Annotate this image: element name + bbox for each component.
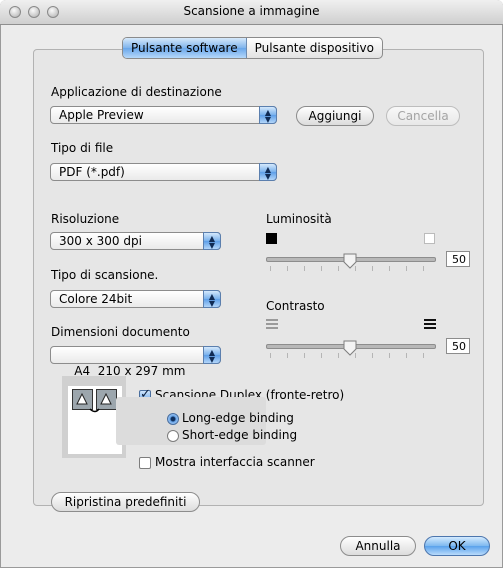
duplex-pages-icon — [72, 389, 117, 413]
file-type-popup[interactable]: PDF (*.pdf) ▲ ▼ — [50, 163, 277, 181]
add-button[interactable]: Aggiungi — [296, 106, 374, 126]
cancel-button[interactable]: Annulla — [340, 536, 416, 556]
long-edge-label: Long-edge binding — [182, 411, 294, 425]
ok-button[interactable]: OK — [424, 536, 490, 556]
contrast-value[interactable]: 50 — [446, 338, 470, 354]
resolution-label: Risoluzione — [51, 212, 120, 226]
high-contrast-icon — [424, 319, 436, 329]
light-square-icon — [424, 233, 435, 244]
short-edge-label: Short-edge binding — [182, 428, 298, 442]
resolution-value: 300 x 300 dpi — [59, 234, 142, 248]
contrast-label: Contrasto — [266, 299, 325, 313]
doc-size-popup[interactable]: A4 210 x 297 mm ▲ ▼ — [50, 346, 221, 378]
dialog-window: Scansione a immagine Pulsante software P… — [0, 0, 503, 568]
popup-arrows-icon: ▲ ▼ — [203, 290, 221, 308]
doc-size-label: Dimensioni documento — [51, 325, 190, 339]
popup-arrows-icon: ▲ ▼ — [203, 346, 221, 364]
destination-label: Applicazione di destinazione — [51, 85, 222, 99]
tab-device-button[interactable]: Pulsante dispositivo — [247, 38, 382, 58]
scanner-interface-label: Mostra interfaccia scanner — [155, 455, 315, 469]
short-edge-radio[interactable] — [167, 430, 179, 442]
file-type-value: PDF (*.pdf) — [59, 165, 125, 179]
brightness-label: Luminosità — [266, 212, 332, 226]
popup-arrows-icon: ▲ ▼ — [259, 106, 277, 124]
delete-button[interactable]: Cancella — [386, 106, 460, 126]
scan-type-label: Tipo di scansione. — [51, 268, 159, 282]
window-title: Scansione a immagine — [183, 4, 320, 18]
scan-type-value: Colore 24bit — [59, 292, 133, 306]
reset-defaults-button[interactable]: Ripristina predefiniti — [51, 492, 200, 512]
tab-software-button[interactable]: Pulsante software — [123, 38, 247, 58]
contrast-slider-thumb[interactable] — [343, 340, 357, 356]
popup-arrows-icon: ▲ ▼ — [259, 163, 277, 181]
dark-square-icon — [266, 233, 277, 244]
long-edge-radio[interactable] — [167, 413, 179, 425]
title-bar[interactable]: Scansione a immagine — [0, 0, 503, 25]
file-type-label: Tipo di file — [51, 141, 114, 155]
destination-value: Apple Preview — [59, 108, 144, 122]
scan-type-popup[interactable]: Colore 24bit ▲ ▼ — [50, 290, 221, 308]
low-contrast-icon — [266, 319, 278, 329]
brightness-value[interactable]: 50 — [446, 251, 470, 267]
scanner-interface-checkbox[interactable] — [139, 457, 151, 469]
resolution-popup[interactable]: 300 x 300 dpi ▲ ▼ — [50, 232, 221, 250]
tab-bar: Pulsante software Pulsante dispositivo — [122, 37, 383, 59]
popup-arrows-icon: ▲ ▼ — [203, 232, 221, 250]
destination-popup[interactable]: Apple Preview ▲ ▼ — [50, 106, 277, 124]
brightness-slider-thumb[interactable] — [343, 253, 357, 269]
